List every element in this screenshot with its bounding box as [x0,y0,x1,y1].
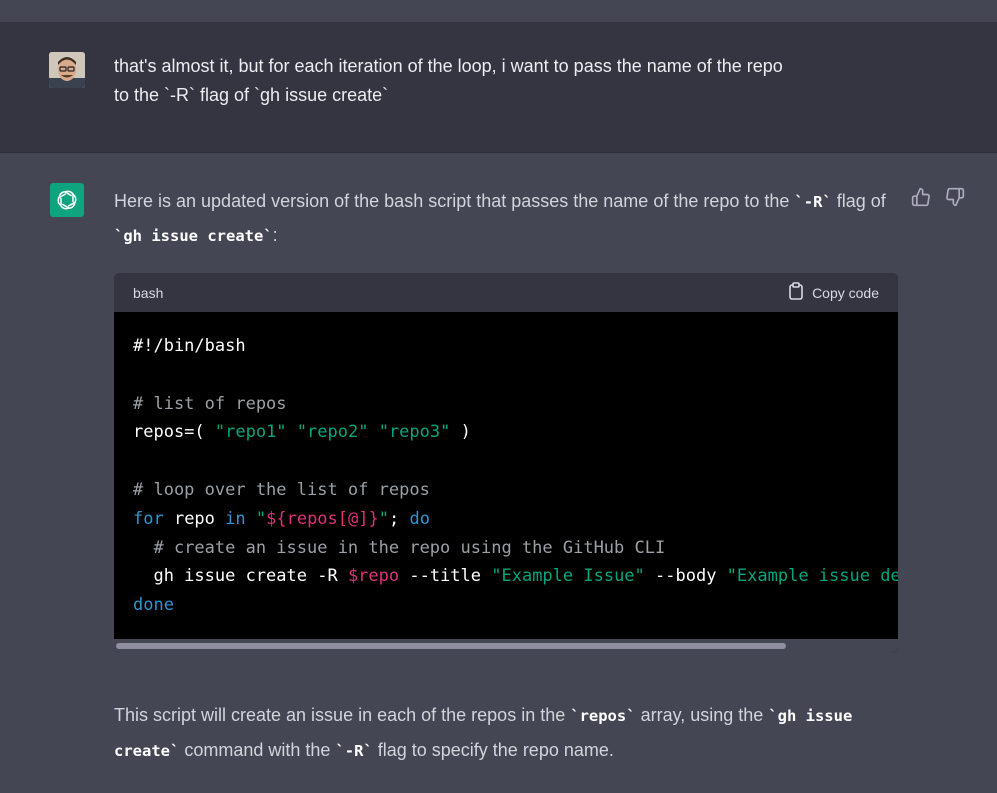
code-comment: # list of repos [133,393,287,414]
assistant-intro-text: Here is an updated version of the bash s… [114,185,904,253]
inline-code: `repos` [570,707,636,725]
inline-code: `gh issue create` [114,227,273,245]
user-message-text: that's almost it, but for each iteration… [114,52,914,110]
code-string: "Example Issue" [491,566,645,587]
outro-text-part: array, using the [635,705,769,725]
code-variable: $repo [347,566,400,587]
assistant-outro-text: This script will create an issue in each… [114,698,904,768]
code-string: " [255,508,267,529]
scrollbar-thumb[interactable] [116,643,786,649]
code-string: "repo3" [378,422,451,443]
code-token: gh issue create -R [133,566,348,587]
code-keyword: in [225,508,246,529]
code-string: "repo2" [296,422,369,443]
thumbs-up-icon[interactable] [911,187,931,207]
inline-code: `-R` [335,742,373,760]
code-string: "Example issue des [726,566,898,587]
code-line: #!/bin/bash [133,336,246,356]
code-comment: # loop over the list of repos [133,479,430,500]
code-body: #!/bin/bash # list of repos repos=( "rep… [114,312,898,639]
code-token: --title [399,566,492,587]
code-horizontal-scrollbar[interactable] [114,639,898,653]
copy-code-button[interactable]: Copy code [788,282,879,303]
code-keyword: done [133,595,174,616]
intro-text-part: flag of [831,191,886,211]
code-token: ; [388,508,410,529]
code-block-header: bash Copy code [114,273,898,312]
code-token: repo [163,508,226,529]
openai-logo-icon [50,183,84,217]
previous-message-strip [0,0,997,22]
assistant-message: Here is an updated version of the bash s… [0,153,997,793]
code-keyword: do [409,508,430,529]
thumbs-down-icon[interactable] [945,187,965,207]
code-block: bash Copy code #!/bin/bash # list of rep… [114,273,898,653]
user-text-line1: that's almost it, but for each iteration… [114,56,783,76]
user-message: that's almost it, but for each iteration… [0,22,997,153]
user-text-line2: to the `-R` flag of `gh issue create` [114,85,389,105]
code-comment: # create an issue in the repo using the … [133,537,666,558]
intro-text-part: : [272,225,278,245]
outro-text-part: flag to specify the repo name. [372,740,614,760]
intro-text-part: Here is an updated version of the bash s… [114,191,795,211]
inline-code: `-R` [794,193,832,211]
outro-text-part: command with the [179,740,336,760]
code-string: "repo1" [214,422,287,443]
code-content: #!/bin/bash # list of repos repos=( "rep… [114,312,898,620]
code-language-label: bash [133,284,164,301]
code-token: ) [450,422,471,443]
code-keyword: for [133,508,164,529]
code-string: " [378,508,389,529]
outro-text-part: This script will create an issue in each… [114,705,571,725]
code-token: repos=( [133,422,215,443]
code-variable: ${repos[@]} [266,508,379,529]
code-token: --body [644,566,727,587]
copy-code-label: Copy code [812,284,879,301]
clipboard-icon [788,282,804,303]
user-avatar [49,52,85,88]
